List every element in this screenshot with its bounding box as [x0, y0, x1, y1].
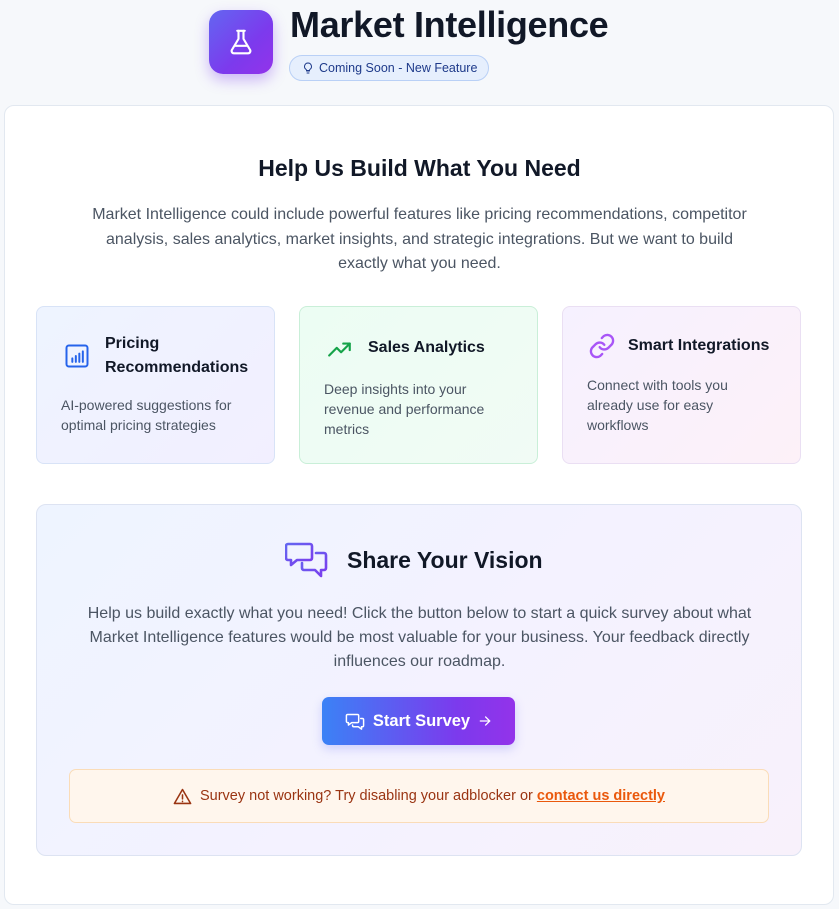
- feature-title: Pricing Recommendations: [105, 335, 249, 376]
- feature-description: Deep insights into your revenue and perf…: [324, 381, 485, 437]
- coming-soon-badge: Coming Soon - New Feature: [289, 55, 490, 81]
- start-survey-label: Start Survey: [372, 711, 471, 730]
- adblocker-warning: Survey not working? Try disabling your a…: [69, 769, 769, 823]
- feature-card-sales: Sales Analytics Deep insights into your …: [299, 306, 538, 464]
- logo-tile: [209, 10, 273, 74]
- page-title: Market Intelligence: [290, 4, 609, 45]
- feature-title: Sales Analytics: [368, 339, 485, 356]
- feature-card-pricing: Pricing Recommendations AI-powered sugge…: [36, 306, 275, 464]
- link-icon: [589, 333, 615, 359]
- lightbulb-icon: [304, 62, 312, 74]
- warning-message: Survey not working? Try disabling your a…: [199, 788, 533, 804]
- section-heading: Help Us Build What You Need: [258, 155, 581, 181]
- vision-description: Help us build exactly what you need! Cli…: [87, 605, 752, 670]
- chat-icon: [345, 713, 365, 730]
- intro-description: Market Intelligence could include powerf…: [92, 206, 747, 272]
- feature-card-integrations: Smart Integrations Connect with tools yo…: [562, 306, 801, 464]
- badge-label: Coming Soon - New Feature: [319, 61, 478, 75]
- warning-triangle-icon: [173, 788, 192, 804]
- trending-up-icon: [328, 342, 351, 357]
- warning-text: Survey not working? Try disabling your a…: [200, 788, 665, 804]
- feature-description: AI-powered suggestions for optimal prici…: [61, 397, 232, 433]
- bar-chart-icon: [65, 344, 89, 368]
- vision-heading: Share Your Vision: [347, 547, 543, 573]
- feature-title: Smart Integrations: [628, 337, 770, 354]
- feature-description: Connect with tools you already use for e…: [587, 377, 728, 433]
- flask-icon: [230, 29, 252, 55]
- page-header: Market Intelligence Coming Soon - New Fe…: [0, 0, 839, 100]
- arrow-right-icon: [479, 716, 491, 726]
- start-survey-button[interactable]: Start Survey: [322, 697, 515, 745]
- contact-us-link[interactable]: contact us directly: [537, 788, 665, 804]
- chat-bubbles-icon: [285, 542, 328, 578]
